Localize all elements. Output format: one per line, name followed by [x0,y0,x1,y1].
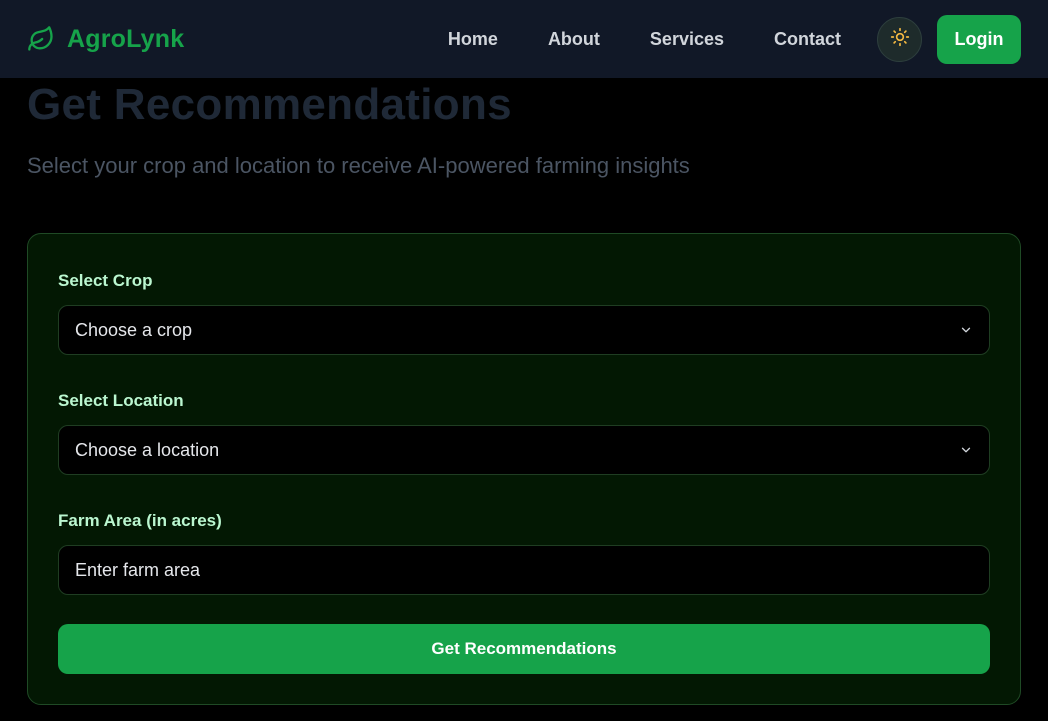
navbar: AgroLynk Home About Services Contact Log… [0,0,1048,78]
recommendation-form: Select Crop Choose a crop Select Locatio… [27,233,1021,705]
farm-area-label: Farm Area (in acres) [58,511,222,530]
nav-link-about[interactable]: About [548,29,600,50]
theme-toggle-button[interactable] [877,16,922,62]
page-subtitle: Select your crop and location to receive… [27,153,690,178]
get-recommendations-button[interactable]: Get Recommendations [58,624,990,674]
nav-links: Home About Services Contact Login [448,14,1021,64]
sun-icon [890,27,910,52]
location-select-value: Choose a location [75,439,220,460]
chevron-down-icon [959,443,973,457]
login-button[interactable]: Login [937,14,1021,64]
crop-select[interactable]: Choose a crop [58,305,990,355]
brand-name: AgroLynk [67,24,185,53]
nav-link-contact[interactable]: Contact [774,29,841,50]
leaf-icon [27,24,57,54]
page: AgroLynk Home About Services Contact Log… [0,0,1048,721]
nav-link-services[interactable]: Services [650,29,724,50]
crop-label: Select Crop [58,271,153,290]
crop-select-value: Choose a crop [75,319,193,340]
farm-area-placeholder: Enter farm area [75,559,201,580]
location-select[interactable]: Choose a location [58,425,990,475]
page-title: Get Recommendations [27,80,512,129]
farm-area-input[interactable]: Enter farm area [58,545,990,595]
chevron-down-icon [959,323,973,337]
brand[interactable]: AgroLynk [27,24,184,54]
location-label: Select Location [58,391,184,410]
nav-link-home[interactable]: Home [448,29,498,50]
